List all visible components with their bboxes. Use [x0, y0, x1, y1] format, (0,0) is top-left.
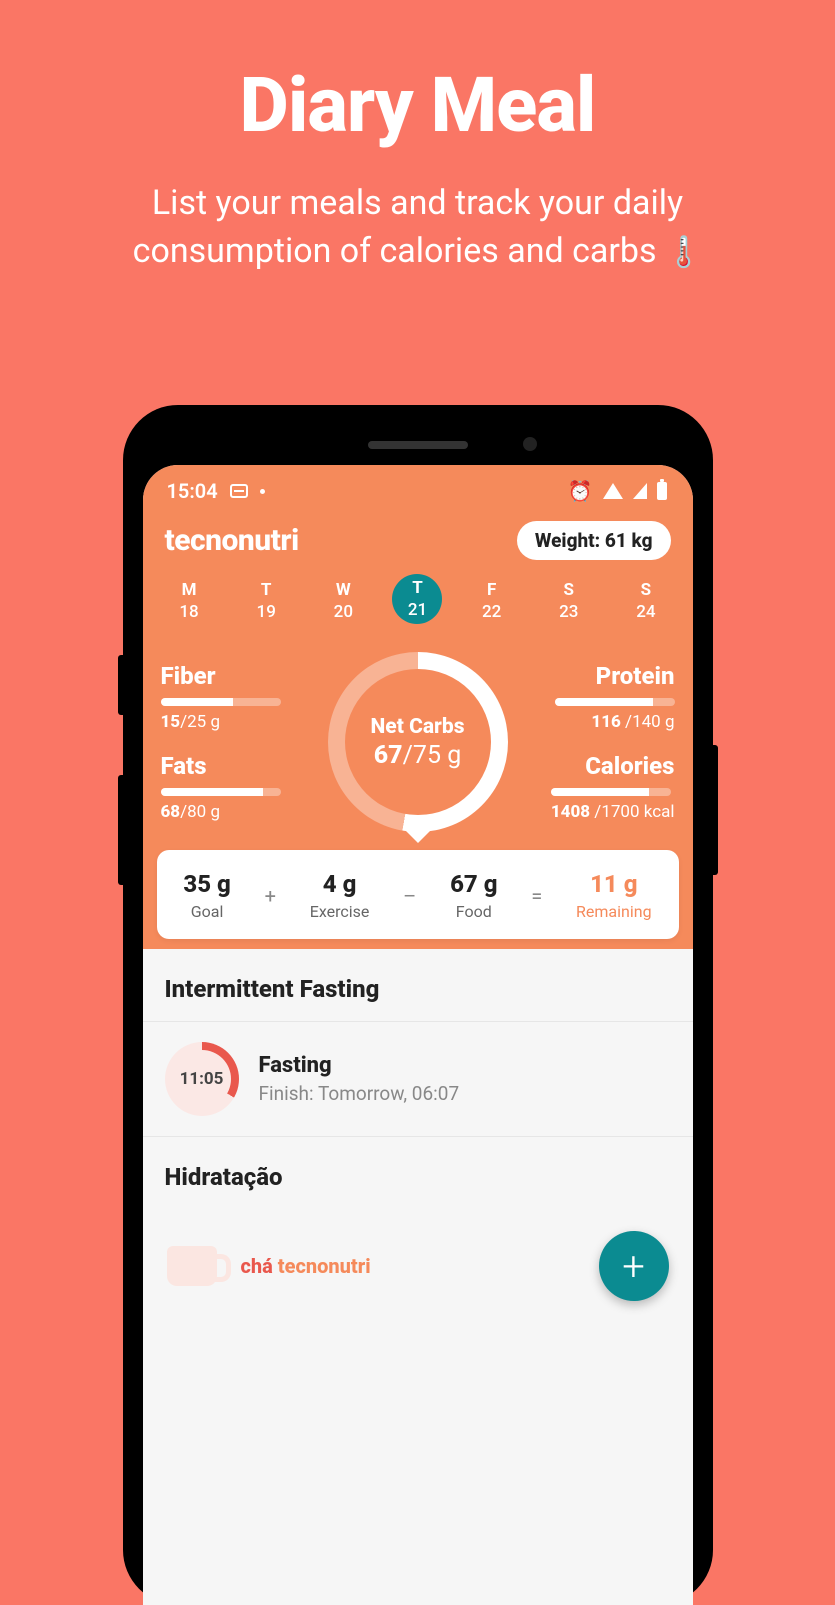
hero-title: Diary Meal: [0, 0, 835, 150]
app-header: 15:04 ⏰ tecnonutri Weight: 61 kg M18 T19: [143, 465, 693, 949]
macro-left-column: Fiber 15/25 g Fats 68/80 g: [161, 662, 301, 822]
summary-goal: 35 g Goal: [183, 870, 230, 921]
ring-label: Net Carbs: [371, 715, 465, 739]
hydration-section-title: Hidratação: [143, 1137, 693, 1209]
fasting-time: 11:05: [173, 1050, 231, 1108]
summary-card: 35 g Goal + 4 g Exercise – 67 g Food = 1…: [157, 850, 679, 939]
wifi-icon: [603, 483, 623, 499]
day-mon[interactable]: M18: [161, 574, 217, 628]
metric-fats: Fats 68/80 g: [161, 752, 301, 822]
calories-label: Calories: [551, 752, 675, 780]
day-sat[interactable]: S23: [541, 574, 597, 628]
fasting-subtitle: Finish: Tomorrow, 06:07: [259, 1082, 460, 1105]
screen: 15:04 ⏰ tecnonutri Weight: 61 kg M18 T19: [143, 465, 693, 1605]
phone-camera: [523, 437, 537, 451]
calories-bar: [551, 788, 671, 796]
fasting-progress-ring: 11:05: [165, 1042, 239, 1116]
minus-icon: –: [403, 884, 416, 908]
fiber-value: 15/25 g: [161, 712, 301, 732]
summary-food: 67 g Food: [450, 870, 497, 921]
message-icon: [230, 484, 248, 498]
net-carbs-ring[interactable]: Net Carbs 67/75 g: [328, 652, 508, 832]
phone-side-button: [713, 745, 718, 875]
fasting-row[interactable]: 11:05 Fasting Finish: Tomorrow, 06:07: [143, 1022, 693, 1137]
battery-icon: [657, 482, 667, 500]
plus-icon: +: [265, 884, 276, 908]
cha-brand: chá tecnonutri: [241, 1254, 371, 1278]
mug-icon: [167, 1246, 217, 1286]
status-bar: 15:04 ⏰: [143, 465, 693, 511]
ring-value: 67/75 g: [374, 741, 462, 770]
day-selector[interactable]: M18 T19 W20 T21 F22 S23 S24: [143, 574, 693, 638]
day-thu-active[interactable]: T21: [392, 574, 442, 624]
app-logo: tecnonutri: [165, 523, 299, 558]
hero-subtitle: List your meals and track your daily con…: [0, 150, 835, 275]
day-tue[interactable]: T19: [238, 574, 294, 628]
fasting-title: Fasting: [259, 1053, 460, 1078]
phone-speaker: [368, 441, 468, 449]
notification-dot-icon: [260, 489, 265, 494]
day-wed[interactable]: W20: [315, 574, 371, 628]
protein-label: Protein: [555, 662, 675, 690]
phone-side-button: [118, 775, 123, 885]
protein-bar: [555, 698, 675, 706]
status-time: 15:04: [167, 479, 218, 503]
metric-fiber: Fiber 15/25 g: [161, 662, 301, 732]
add-button[interactable]: +: [599, 1231, 669, 1301]
fats-bar: [161, 788, 281, 796]
day-fri[interactable]: F22: [464, 574, 520, 628]
weight-badge[interactable]: Weight: 61 kg: [517, 521, 671, 560]
signal-icon: [633, 483, 647, 499]
hero-subtitle-text: List your meals and track your daily con…: [133, 183, 683, 271]
fats-label: Fats: [161, 752, 301, 780]
metric-protein: Protein 116 /140 g: [555, 662, 675, 732]
thermometer-icon: 🌡️: [665, 232, 702, 274]
fats-value: 68/80 g: [161, 802, 301, 822]
fiber-label: Fiber: [161, 662, 301, 690]
fasting-section-title: Intermittent Fasting: [143, 949, 693, 1022]
ring-pointer-icon: [406, 831, 430, 843]
phone-notch: [143, 425, 693, 465]
summary-exercise: 4 g Exercise: [310, 870, 370, 921]
calories-value: 1408 /1700 kcal: [551, 802, 675, 822]
summary-remaining: 11 g Remaining: [576, 870, 652, 921]
phone-mockup: 15:04 ⏰ tecnonutri Weight: 61 kg M18 T19: [123, 405, 713, 1605]
alarm-icon: ⏰: [568, 479, 593, 503]
hydration-row[interactable]: chá tecnonutri +: [143, 1209, 693, 1323]
day-sun[interactable]: S24: [618, 574, 674, 628]
metric-calories: Calories 1408 /1700 kcal: [551, 752, 675, 822]
phone-side-button: [118, 655, 123, 715]
macro-right-column: Protein 116 /140 g Calories 1408 /1700 k…: [535, 662, 675, 822]
equals-icon: =: [531, 884, 542, 908]
protein-value: 116 /140 g: [555, 712, 675, 732]
fiber-bar: [161, 698, 281, 706]
